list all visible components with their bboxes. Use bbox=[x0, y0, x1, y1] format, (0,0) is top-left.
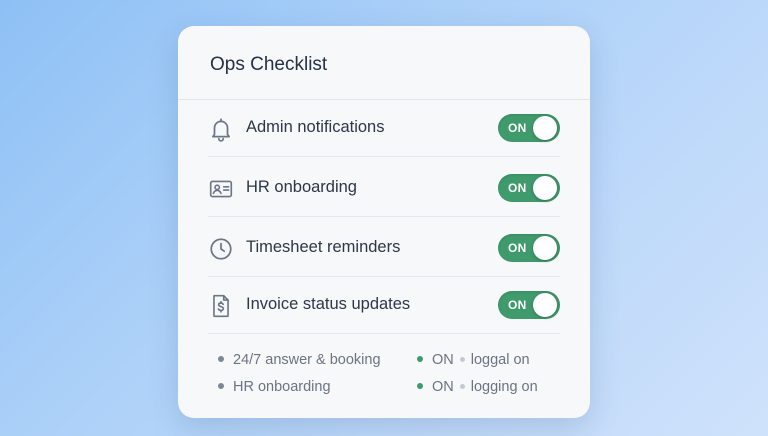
separator-dot bbox=[459, 356, 465, 362]
bullet-dot bbox=[218, 356, 224, 363]
setting-label: Timesheet reminders bbox=[246, 238, 401, 256]
footer-status-item: ON logging on bbox=[417, 379, 538, 395]
toggle-state-text: ON bbox=[508, 121, 527, 135]
toggle-state-text: ON bbox=[508, 181, 527, 195]
footer-status-text: ON bbox=[432, 379, 454, 395]
row-divider bbox=[208, 276, 560, 277]
clock-icon bbox=[208, 236, 234, 262]
setting-row-invoice-status-updates: Invoice status updates ON bbox=[208, 278, 560, 334]
toggle-knob bbox=[533, 236, 557, 260]
setting-label: HR onboarding bbox=[246, 178, 357, 196]
setting-row-admin-notifications: Admin notifications ON bbox=[208, 101, 560, 157]
toggle-knob bbox=[533, 293, 557, 317]
header-divider bbox=[178, 99, 590, 100]
setting-label: Admin notifications bbox=[246, 118, 385, 136]
status-dot bbox=[417, 356, 423, 363]
admin-notifications-toggle[interactable]: ON bbox=[498, 114, 560, 142]
row-divider bbox=[208, 333, 560, 334]
invoice-status-updates-toggle[interactable]: ON bbox=[498, 291, 560, 319]
setting-label: Invoice status updates bbox=[246, 295, 411, 313]
row-divider bbox=[208, 156, 560, 157]
toggle-state-text: ON bbox=[508, 298, 527, 312]
footer-status-detail: logging on bbox=[470, 379, 538, 395]
status-dot bbox=[417, 383, 423, 390]
footer-item: 24/7 answer & booking bbox=[218, 352, 381, 368]
separator-dot bbox=[459, 383, 465, 389]
footer-status-text: ON bbox=[432, 352, 454, 368]
hr-onboarding-toggle[interactable]: ON bbox=[498, 174, 560, 202]
footer-item: HR onboarding bbox=[218, 379, 331, 395]
footer-item-text: 24/7 answer & booking bbox=[233, 352, 381, 368]
bullet-dot bbox=[218, 383, 224, 390]
ops-checklist-card: Ops Checklist Admin notifications ON HR … bbox=[178, 26, 590, 418]
toggle-knob bbox=[533, 116, 557, 140]
footer-item-text: HR onboarding bbox=[233, 379, 331, 395]
row-divider bbox=[208, 216, 560, 217]
setting-row-hr-onboarding: HR onboarding ON bbox=[208, 161, 560, 217]
card-title: Ops Checklist bbox=[210, 54, 328, 75]
footer-status-item: ON loggal on bbox=[417, 352, 530, 368]
footer-status-detail: loggal on bbox=[470, 352, 530, 368]
id-card-icon bbox=[208, 176, 234, 202]
bell-icon bbox=[208, 116, 234, 142]
toggle-state-text: ON bbox=[508, 241, 527, 255]
setting-row-timesheet-reminders: Timesheet reminders ON bbox=[208, 221, 560, 277]
timesheet-reminders-toggle[interactable]: ON bbox=[498, 234, 560, 262]
toggle-knob bbox=[533, 176, 557, 200]
invoice-dollar-icon bbox=[208, 293, 234, 319]
